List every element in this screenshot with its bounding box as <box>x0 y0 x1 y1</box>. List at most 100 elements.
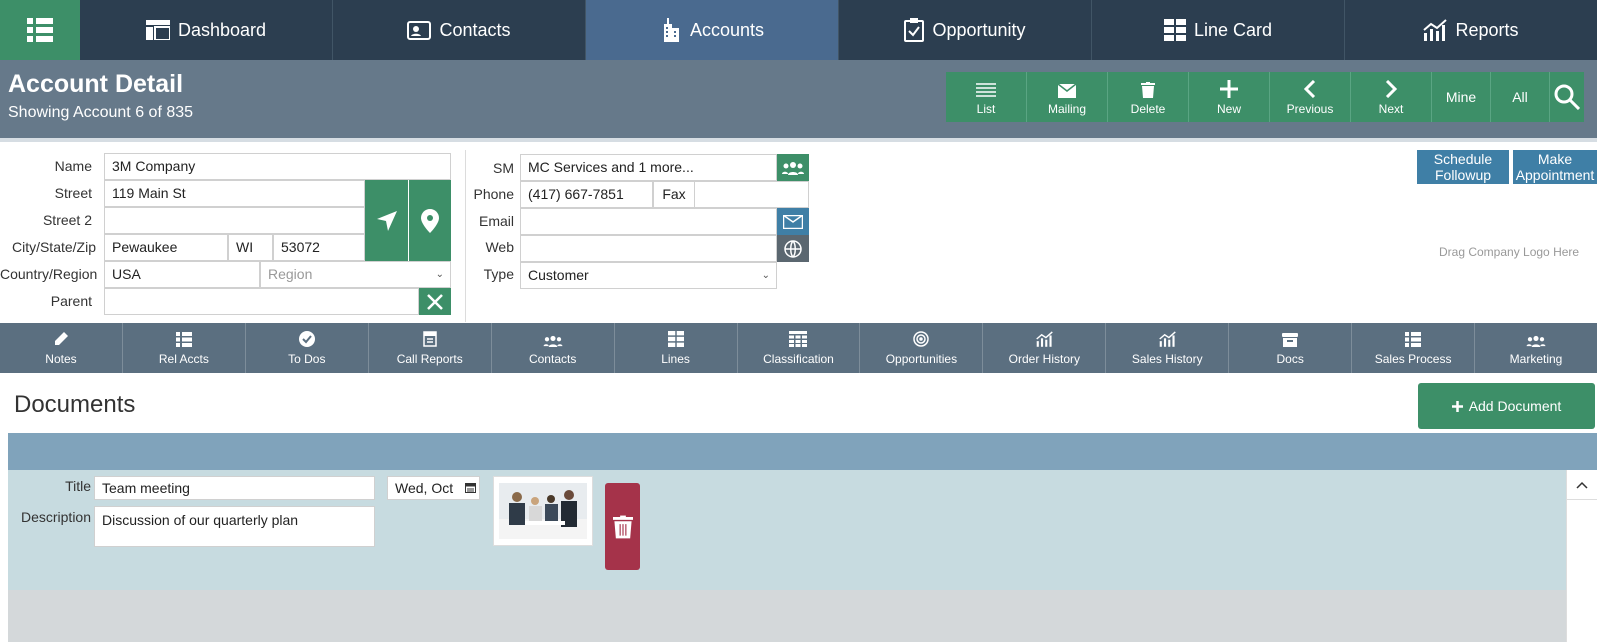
delete-document-button[interactable] <box>605 483 640 570</box>
home-menu-button[interactable] <box>0 0 80 60</box>
doc-description-field[interactable]: Discussion of our quarterly plan <box>94 506 375 547</box>
schedule-followup-button[interactable]: Schedule Followup <box>1417 150 1509 184</box>
tab-docs[interactable]: Docs <box>1229 323 1353 373</box>
nav-contacts[interactable]: Contacts <box>333 0 586 60</box>
previous-button-label: Previous <box>1286 102 1334 116</box>
nav-opportunity-label: Opportunity <box>932 19 1026 40</box>
nav-line-card-label: Line Card <box>1193 19 1273 40</box>
send-email-button[interactable] <box>777 208 809 235</box>
record-counter: Showing Account 6 of 835 <box>8 104 194 121</box>
directions-button[interactable] <box>365 180 408 261</box>
report-icon <box>422 331 437 347</box>
list-icon <box>175 332 192 347</box>
header-toolbar: List Mailing Delete New Previous Next Mi… <box>946 72 1584 122</box>
nav-accounts[interactable]: Accounts <box>586 0 839 60</box>
fax-field[interactable] <box>694 181 809 208</box>
phone-field[interactable]: (417) 667-7851 <box>520 181 653 208</box>
nav-dashboard[interactable]: Dashboard <box>80 0 333 60</box>
parent-field[interactable] <box>104 288 419 315</box>
chart-icon <box>1036 331 1053 347</box>
tab-rel-accts-label: Rel Accts <box>158 352 209 366</box>
city-field[interactable]: Pewaukee <box>104 234 228 261</box>
nav-accounts-label: Accounts <box>689 19 765 40</box>
chevron-right-icon <box>1385 80 1397 98</box>
doc-title-field[interactable]: Team meeting <box>94 476 375 500</box>
search-icon <box>1554 84 1580 110</box>
tab-to-dos[interactable]: To Dos <box>246 323 369 373</box>
tab-opportunities[interactable]: Opportunities <box>860 323 984 373</box>
nav-line-card[interactable]: Line Card <box>1092 0 1345 60</box>
open-website-button[interactable] <box>777 235 809 262</box>
tab-lines[interactable]: Lines <box>615 323 738 373</box>
scroll-up-button[interactable] <box>1566 470 1597 500</box>
mine-filter-button[interactable]: Mine <box>1432 72 1491 122</box>
new-button[interactable]: New <box>1189 72 1270 122</box>
sales-team-button[interactable] <box>777 154 809 181</box>
tab-notes[interactable]: Notes <box>0 323 123 373</box>
doc-date-field[interactable]: Wed, Oct <box>387 476 480 500</box>
menu-grid-icon <box>27 18 53 42</box>
web-field[interactable] <box>520 235 777 262</box>
street2-label: Street 2 <box>42 212 92 228</box>
nav-reports[interactable]: Reports <box>1345 0 1597 60</box>
make-appointment-button[interactable]: Make Appointment <box>1513 150 1597 184</box>
logo-drop-zone[interactable]: Drag Company Logo Here <box>1439 245 1579 259</box>
street2-field[interactable] <box>104 207 365 234</box>
phone-label: Phone <box>473 186 514 202</box>
name-field[interactable]: 3M Company <box>104 153 451 180</box>
pencil-icon <box>54 332 68 345</box>
chart-icon <box>1423 19 1448 41</box>
tab-sales-history[interactable]: Sales History <box>1106 323 1230 373</box>
check-circle-icon <box>298 331 315 347</box>
country-field[interactable]: USA <box>104 261 260 288</box>
people-icon <box>543 335 563 347</box>
doc-title-label: Title <box>65 478 91 494</box>
sm-field[interactable]: MC Services and 1 more... <box>520 154 777 181</box>
street-field[interactable]: 119 Main St <box>104 180 365 207</box>
trash-icon <box>1141 82 1155 98</box>
new-button-label: New <box>1216 102 1241 116</box>
detail-tabs: Notes Rel Accts To Dos Call Reports Cont… <box>0 323 1597 373</box>
delete-button[interactable]: Delete <box>1108 72 1189 122</box>
tab-call-reports-label: Call Reports <box>396 352 463 366</box>
tab-order-history[interactable]: Order History <box>983 323 1107 373</box>
all-filter-button[interactable]: All <box>1491 72 1550 122</box>
tab-sales-process-label: Sales Process <box>1374 352 1452 366</box>
list-button[interactable]: List <box>946 72 1027 122</box>
sm-label: SM <box>493 160 514 176</box>
zip-field[interactable]: 53072 <box>273 234 365 261</box>
tab-contacts[interactable]: Contacts <box>492 323 615 373</box>
chevron-down-icon: ⌄ <box>761 270 770 281</box>
previous-button[interactable]: Previous <box>1270 72 1351 122</box>
tab-classification[interactable]: Classification <box>738 323 861 373</box>
tab-to-dos-label: To Dos <box>288 352 326 366</box>
tab-notes-label: Notes <box>45 352 77 366</box>
next-button-label: Next <box>1378 102 1404 116</box>
page-title: Account Detail <box>8 70 184 98</box>
type-select[interactable]: Customer ⌄ <box>520 262 777 289</box>
map-pin-button[interactable] <box>409 180 451 261</box>
clear-parent-button[interactable] <box>419 288 451 315</box>
state-field[interactable]: WI <box>228 234 273 261</box>
mailing-button[interactable]: Mailing <box>1027 72 1108 122</box>
next-button[interactable]: Next <box>1351 72 1432 122</box>
tab-marketing[interactable]: Marketing <box>1475 323 1597 373</box>
people-icon <box>782 161 804 175</box>
document-thumbnail[interactable] <box>493 476 593 546</box>
add-document-button[interactable]: Add Document <box>1418 383 1595 429</box>
chevron-left-icon <box>1304 80 1316 98</box>
tab-rel-accts[interactable]: Rel Accts <box>123 323 246 373</box>
tab-call-reports[interactable]: Call Reports <box>369 323 492 373</box>
page-header: Account Detail Showing Account 6 of 835 … <box>0 60 1597 138</box>
add-document-label: Add Document <box>1468 398 1562 414</box>
chevron-up-icon <box>1575 481 1588 489</box>
list-button-label: List <box>976 102 996 116</box>
tab-sales-process[interactable]: Sales Process <box>1352 323 1476 373</box>
search-button[interactable] <box>1550 72 1584 122</box>
plus-icon <box>1451 400 1463 412</box>
nav-opportunity[interactable]: Opportunity <box>839 0 1092 60</box>
table-icon <box>789 331 808 347</box>
email-field[interactable] <box>520 208 777 235</box>
region-select[interactable]: Region ⌄ <box>260 261 451 288</box>
close-icon <box>427 293 443 310</box>
